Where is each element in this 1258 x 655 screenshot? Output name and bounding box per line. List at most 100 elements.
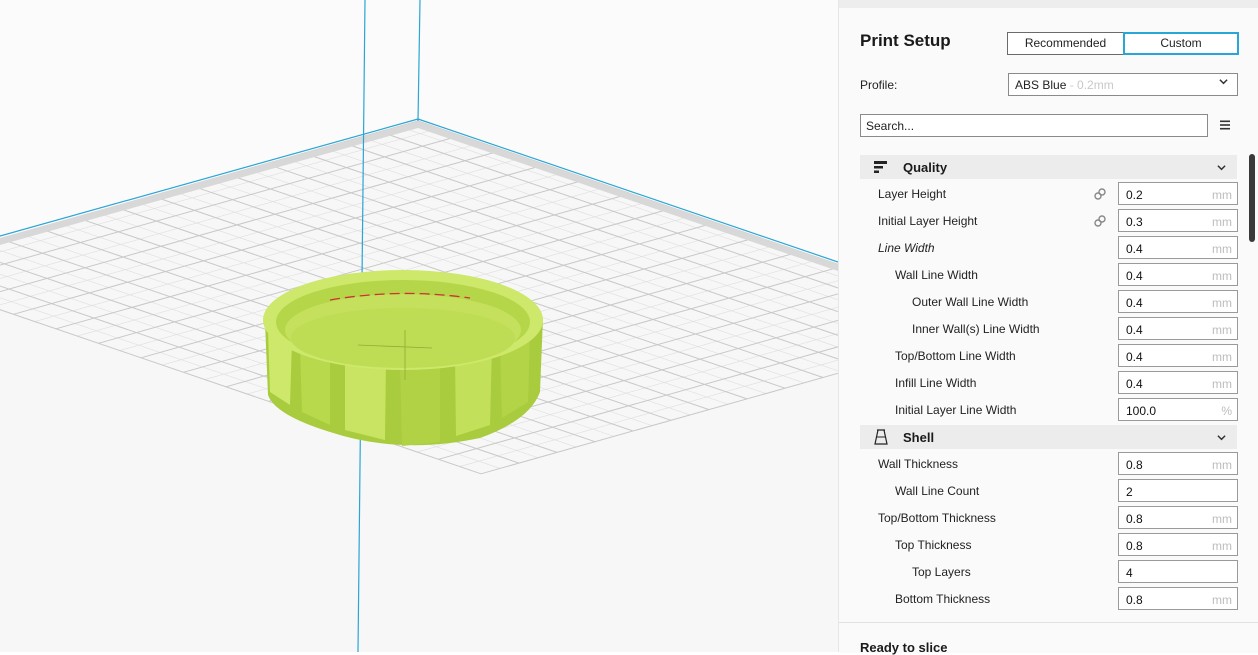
setting-input-infill-line-width[interactable]: 0.4 mm: [1118, 371, 1238, 394]
settings-search-input[interactable]: [860, 114, 1208, 137]
setting-unit: mm: [1212, 350, 1232, 364]
3d-viewport[interactable]: [0, 0, 838, 652]
setting-label-top-thickness: Top Thickness: [895, 538, 972, 552]
setting-unit: mm: [1212, 242, 1232, 256]
setting-input-top-bottom-thickness[interactable]: 0.8 mm: [1118, 506, 1238, 529]
setting-input-outer-wall-line-width[interactable]: 0.4 mm: [1118, 290, 1238, 313]
setting-value: 4: [1126, 566, 1133, 580]
setting-input-layer-height[interactable]: 0.2 mm: [1118, 182, 1238, 205]
setting-unit: mm: [1212, 269, 1232, 283]
setting-value: 2: [1126, 485, 1133, 499]
profile-suffix: - 0.2mm: [1066, 78, 1114, 92]
setting-label-line-width: Line Width: [878, 241, 935, 255]
shell-section-title: Shell: [903, 430, 935, 445]
setting-row-initial-layer-line-width: Initial Layer Line Width 100.0%: [860, 396, 1238, 423]
setting-label-layer-height: Layer Height: [878, 187, 947, 201]
setting-value: 0.2: [1126, 188, 1143, 202]
slice-status-text: Ready to slice: [860, 640, 948, 655]
setting-unit: %: [1221, 404, 1232, 418]
chevron-down-icon: [1217, 165, 1226, 171]
settings-scrollbar[interactable]: [1249, 154, 1255, 242]
shell-icon: [874, 429, 888, 445]
setting-unit: mm: [1212, 539, 1232, 553]
setting-unit: mm: [1212, 296, 1232, 310]
recommended-mode-button[interactable]: Recommended: [1007, 32, 1124, 55]
setting-unit: mm: [1212, 512, 1232, 526]
viewport-scene: [0, 0, 838, 652]
setting-row-wall-thickness: Wall Thickness 0.8 mm: [860, 450, 1238, 477]
setting-input-wall-thickness[interactable]: 0.8 mm: [1118, 452, 1238, 475]
setting-row-line-width: Line Width 0.4 mm: [860, 234, 1238, 261]
profile-dropdown[interactable]: ABS Blue - 0.2mm: [1008, 73, 1238, 96]
profile-label: Profile:: [860, 78, 898, 92]
setting-label-top-bottom-thickness: Top/Bottom Thickness: [878, 511, 996, 525]
setting-input-initial-layer-line-width[interactable]: 100.0%: [1118, 398, 1238, 421]
setting-unit: mm: [1212, 323, 1232, 337]
setting-row-infill-line-width: Infill Line Width 0.4 mm: [860, 369, 1238, 396]
setting-value: 0.8: [1126, 458, 1143, 472]
setting-label-wall-line-count: Wall Line Count: [895, 484, 980, 498]
setting-row-outer-wall-line-width: Outer Wall Line Width 0.4 mm: [860, 288, 1238, 315]
setting-value: 0.8: [1126, 539, 1143, 553]
shell-section-header[interactable]: Shell: [860, 425, 1237, 449]
setting-row-top-thickness: Top Thickness 0.8 mm: [860, 531, 1238, 558]
setting-label-initial-layer-height: Initial Layer Height: [878, 214, 978, 228]
setting-row-wall-line-width: Wall Line Width 0.4 mm: [860, 261, 1238, 288]
setting-value: 0.3: [1126, 215, 1143, 229]
setting-value: 0.8: [1126, 593, 1143, 607]
setting-unit: mm: [1212, 188, 1232, 202]
link-icon[interactable]: [1093, 187, 1107, 201]
setting-value: 0.4: [1126, 323, 1143, 337]
quality-section-title: Quality: [903, 160, 948, 175]
quality-section-header[interactable]: Quality: [860, 155, 1237, 179]
setting-unit: mm: [1212, 215, 1232, 229]
setting-input-top-layers[interactable]: 4: [1118, 560, 1238, 583]
setting-row-top-bottom-line-width: Top/Bottom Line Width 0.4 mm: [860, 342, 1238, 369]
menu-icon[interactable]: [1219, 119, 1231, 131]
setting-label-outer-wall-line-width: Outer Wall Line Width: [912, 295, 1029, 309]
setting-row-top-bottom-thickness: Top/Bottom Thickness 0.8 mm: [860, 504, 1238, 531]
setting-label-bottom-thickness: Bottom Thickness: [895, 592, 991, 606]
setting-row-initial-layer-height: Initial Layer Height 0.3 mm: [860, 207, 1238, 234]
setting-unit: mm: [1212, 377, 1232, 391]
setting-unit: mm: [1212, 593, 1232, 607]
profile-name-text: ABS Blue - 0.2mm: [1015, 78, 1114, 92]
setting-value: 0.8: [1126, 512, 1143, 526]
setting-row-bottom-thickness: Bottom Thickness 0.8 mm: [860, 585, 1238, 612]
setting-input-initial-layer-height[interactable]: 0.3 mm: [1118, 209, 1238, 232]
setting-input-bottom-thickness[interactable]: 0.8 mm: [1118, 587, 1238, 610]
slice-status-bar: Ready to slice: [839, 622, 1258, 655]
custom-mode-button[interactable]: Custom: [1123, 32, 1239, 55]
setting-row-inner-wall-s-line-width: Inner Wall(s) Line Width 0.4 mm: [860, 315, 1238, 342]
setting-input-top-bottom-line-width[interactable]: 0.4 mm: [1118, 344, 1238, 367]
panel-top-strip: [839, 0, 1258, 8]
setting-label-top-bottom-line-width: Top/Bottom Line Width: [895, 349, 1016, 363]
setting-label-top-layers: Top Layers: [912, 565, 971, 579]
chevron-down-icon: [1219, 79, 1228, 85]
setting-label-infill-line-width: Infill Line Width: [895, 376, 977, 390]
setting-row-wall-line-count: Wall Line Count 2: [860, 477, 1238, 504]
print-setup-panel: Print Setup Recommended Custom Profile: …: [838, 0, 1258, 655]
setting-input-line-width[interactable]: 0.4 mm: [1118, 236, 1238, 259]
setting-value: 0.4: [1126, 269, 1143, 283]
build-volume-vertical-edge: [417, 0, 421, 122]
setting-input-wall-line-width[interactable]: 0.4 mm: [1118, 263, 1238, 286]
profile-name: ABS Blue: [1015, 78, 1067, 92]
setting-value: 100.0: [1126, 404, 1157, 418]
setting-label-initial-layer-line-width: Initial Layer Line Width: [895, 403, 1017, 417]
setting-row-layer-height: Layer Height 0.2 mm: [860, 180, 1238, 207]
setting-value: 0.4: [1126, 377, 1143, 391]
setting-row-top-layers: Top Layers 4: [860, 558, 1238, 585]
setting-input-wall-line-count[interactable]: 2: [1118, 479, 1238, 502]
setting-label-inner-wall-s-line-width: Inner Wall(s) Line Width: [912, 322, 1040, 336]
setting-input-inner-wall-s-line-width[interactable]: 0.4 mm: [1118, 317, 1238, 340]
setting-input-top-thickness[interactable]: 0.8 mm: [1118, 533, 1238, 556]
setting-unit: mm: [1212, 458, 1232, 472]
setting-label-wall-thickness: Wall Thickness: [878, 457, 959, 471]
panel-title: Print Setup: [860, 31, 951, 50]
setting-value: 0.4: [1126, 350, 1143, 364]
quality-icon: [874, 161, 887, 173]
setting-value: 0.4: [1126, 242, 1143, 256]
link-icon[interactable]: [1093, 214, 1107, 228]
setting-value: 0.4: [1126, 296, 1143, 310]
